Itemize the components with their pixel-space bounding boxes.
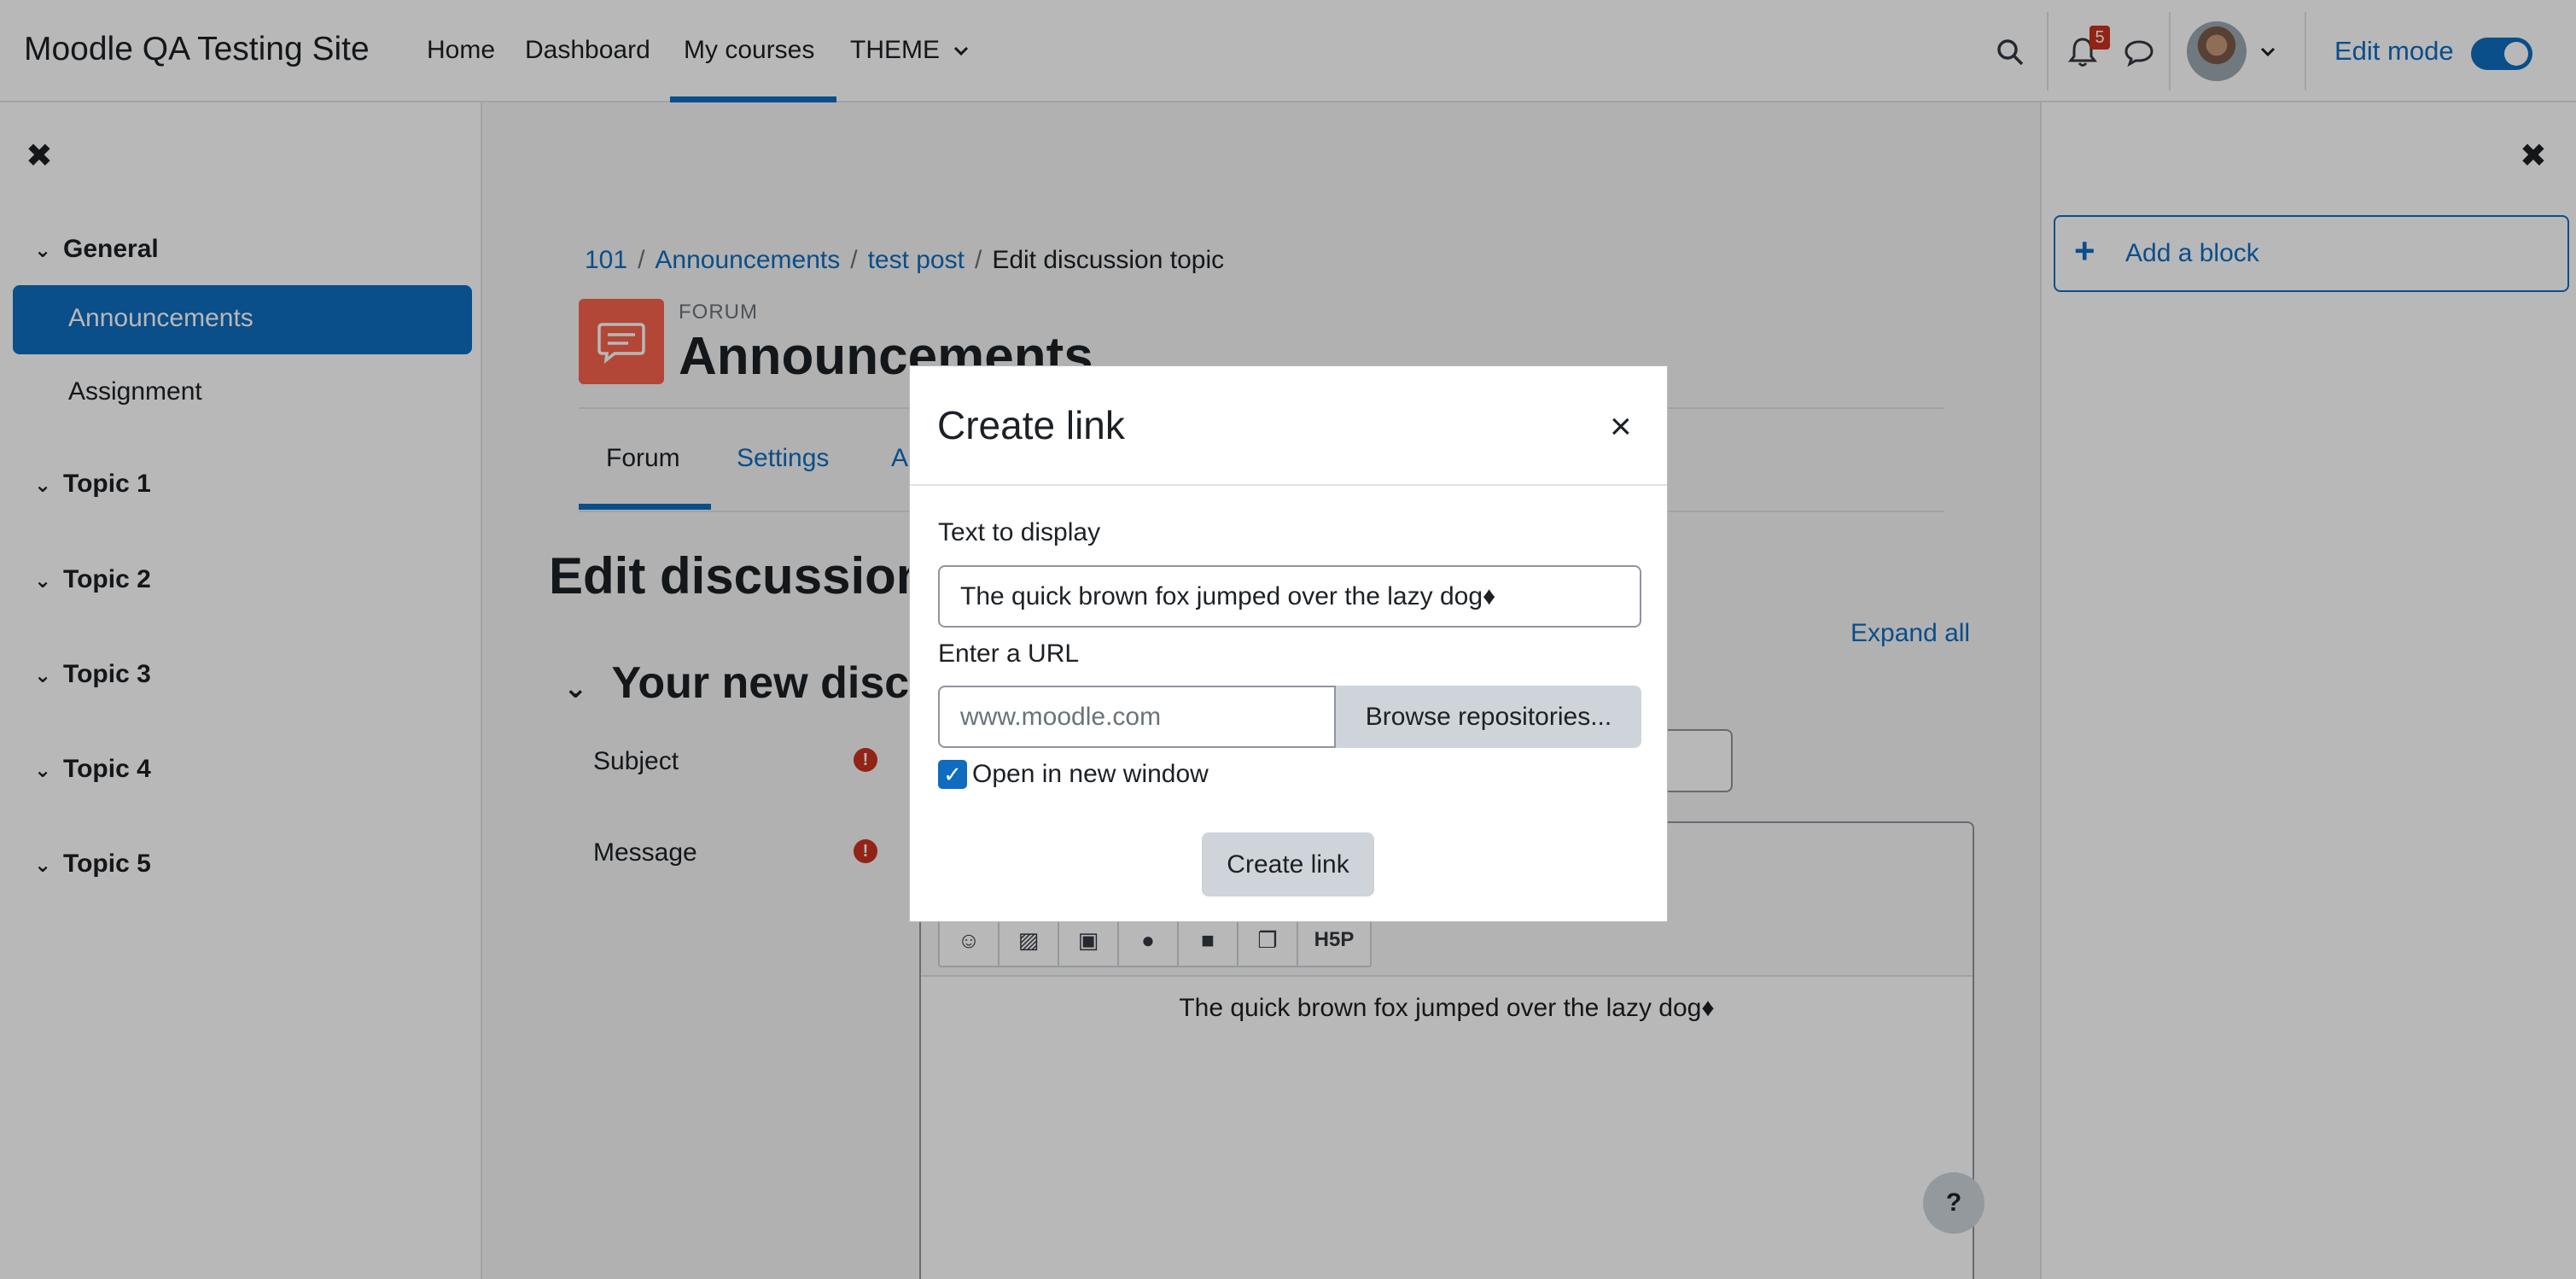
text-to-display-input[interactable]: The quick brown fox jumped over the lazy…	[938, 565, 1641, 628]
open-in-new-window-label[interactable]: Open in new window	[972, 760, 1209, 789]
dialog-header: Create link ×	[910, 366, 1667, 486]
enter-url-label: Enter a URL	[938, 640, 1080, 668]
dialog-title: Create link	[937, 403, 1125, 447]
text-to-display-label: Text to display	[938, 518, 1101, 546]
url-input[interactable]: www.moodle.com	[938, 686, 1336, 748]
open-in-new-window-checkbox[interactable]: ✓	[938, 760, 967, 789]
create-link-dialog: Create link × Text to display The quick …	[909, 365, 1668, 922]
close-icon[interactable]: ×	[1610, 406, 1632, 448]
browse-repositories-button[interactable]: Browse repositories...	[1336, 686, 1641, 748]
create-link-button[interactable]: Create link	[1202, 832, 1374, 896]
